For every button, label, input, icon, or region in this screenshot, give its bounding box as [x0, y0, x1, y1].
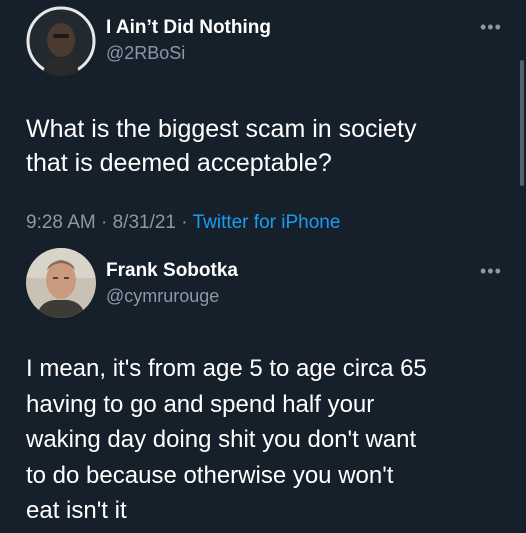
tweet-date: 8/31/21 [112, 212, 177, 233]
meta-separator: · [181, 212, 188, 233]
tweet-author-avatar[interactable] [26, 6, 96, 76]
tweet-author-handle[interactable]: @2RBoSi [106, 43, 185, 64]
tweet-source-link[interactable]: Twitter for iPhone [193, 212, 341, 233]
reply-author-name[interactable]: Frank Sobotka [106, 260, 238, 282]
tweet-meta: 9:28 AM · 8/31/21 · Twitter for iPhone [26, 212, 340, 234]
reply-author-avatar[interactable] [26, 248, 96, 318]
reply-author-handle[interactable]: @cymrurouge [106, 286, 219, 307]
tweet-text: What is the biggest scam in society that… [26, 115, 417, 177]
scrollbar[interactable] [520, 60, 524, 186]
tweet-author-name[interactable]: I Ain’t Did Nothing [106, 17, 271, 39]
meta-separator: · [101, 212, 108, 233]
reply-text: I mean, it's from age 5 to age circa 65 … [26, 355, 427, 524]
more-horizontal-icon[interactable]: ••• [480, 262, 502, 280]
more-horizontal-icon[interactable]: ••• [480, 18, 502, 36]
tweet-time: 9:28 AM [26, 212, 96, 233]
